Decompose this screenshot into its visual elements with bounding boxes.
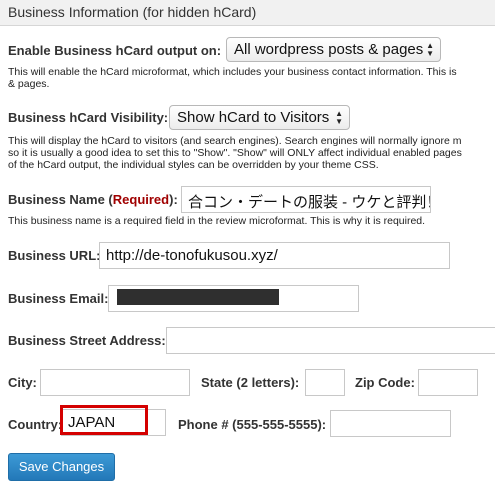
phone-label: Phone # (555-555-5555): — [178, 417, 327, 432]
redacted-email — [117, 289, 279, 305]
state-label: State (2 letters): — [201, 375, 300, 390]
business-name-label: Business Name (Required): — [8, 192, 178, 207]
hcard-output-label: Enable Business hCard output on: — [8, 43, 222, 58]
street-input[interactable] — [166, 327, 495, 354]
hcard-visibility-label: Business hCard Visibility: — [8, 110, 169, 125]
save-changes-button[interactable]: Save Changes — [8, 453, 115, 481]
select-arrows-icon: ▲ ▼ — [426, 41, 434, 58]
zip-input[interactable] — [418, 369, 478, 396]
hcard-output-selected: All wordpress posts & pages — [234, 41, 424, 58]
city-input[interactable] — [40, 369, 190, 396]
city-label: City: — [8, 375, 37, 390]
hcard-output-desc-1: This will enable the hCard microformat, … — [8, 66, 457, 78]
country-label: Country: — [8, 417, 63, 432]
country-highlight-box — [60, 405, 148, 435]
hcard-visibility-desc-1: This will display the hCard to visitors … — [8, 135, 462, 147]
business-name-input[interactable]: 合コン・デートの服装 - ウケと評判！ — [181, 186, 431, 213]
hcard-visibility-selected: Show hCard to Visitors — [177, 109, 330, 126]
phone-input[interactable] — [330, 410, 451, 437]
hcard-output-select[interactable]: All wordpress posts & pages ▲ ▼ — [226, 37, 441, 62]
street-label: Business Street Address: — [8, 333, 166, 348]
panel-header: Business Information (for hidden hCard) — [0, 0, 495, 26]
zip-label: Zip Code: — [355, 375, 415, 390]
business-url-label: Business URL: — [8, 248, 101, 263]
hcard-visibility-desc-3: of the hCard output, the individual styl… — [8, 159, 379, 171]
business-url-input[interactable]: http://de-tonofukusou.xyz/ — [99, 242, 450, 269]
business-name-desc: This business name is a required field i… — [8, 215, 426, 227]
business-email-label: Business Email: — [8, 291, 109, 306]
required-marker: Required — [112, 192, 170, 207]
hcard-visibility-desc-2: so it is usually a good idea to set this… — [8, 147, 462, 159]
panel-title: Business Information (for hidden hCard) — [8, 4, 257, 20]
hcard-visibility-select[interactable]: Show hCard to Visitors ▲ ▼ — [169, 105, 350, 130]
select-arrows-icon: ▲ ▼ — [335, 109, 343, 126]
state-input[interactable] — [305, 369, 345, 396]
hcard-output-desc-2: & pages. — [8, 78, 50, 90]
